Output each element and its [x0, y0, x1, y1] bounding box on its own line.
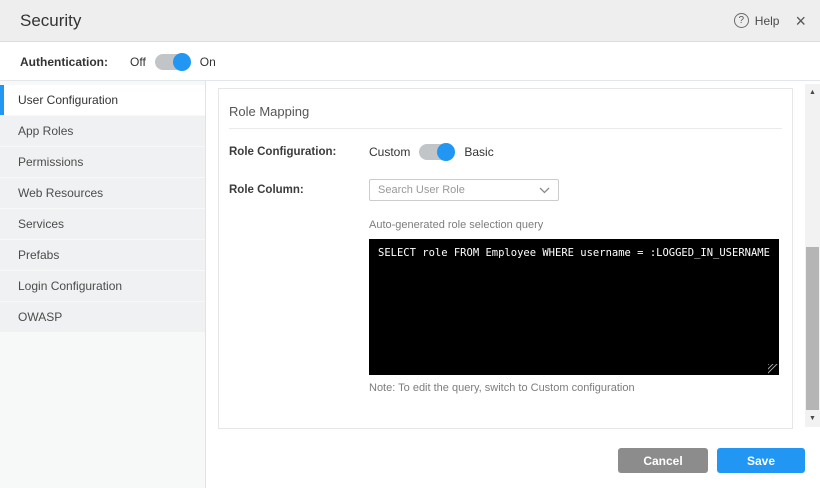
close-icon[interactable]: × [795, 12, 806, 30]
query-text: SELECT role FROM Employee WHERE username… [369, 239, 779, 267]
cancel-button[interactable]: Cancel [618, 448, 708, 473]
role-column-label: Role Column: [229, 184, 369, 196]
help-icon: ? [734, 13, 749, 28]
sidebar-item-services[interactable]: Services [0, 209, 205, 239]
security-window: Security ? Help × Authentication: Off On… [0, 0, 820, 488]
basic-option-label[interactable]: Basic [464, 145, 493, 159]
role-configuration-row: Role Configuration: Custom Basic [229, 144, 782, 160]
sidebar-item-app-roles[interactable]: App Roles [0, 116, 205, 146]
header-actions: ? Help × [734, 12, 806, 30]
save-button[interactable]: Save [717, 448, 805, 473]
role-column-placeholder: Search User Role [378, 184, 465, 196]
role-configuration-label: Role Configuration: [229, 146, 369, 158]
authentication-bar: Authentication: Off On [0, 43, 820, 81]
help-label: Help [755, 14, 780, 28]
scroll-down-icon[interactable]: ▼ [805, 415, 820, 422]
sidebar: User Configuration App Roles Permissions… [0, 81, 206, 488]
scroll-up-icon[interactable]: ▲ [805, 89, 820, 96]
role-mapping-panel: Role Mapping Role Configuration: Custom … [218, 88, 793, 429]
sidebar-item-prefabs[interactable]: Prefabs [0, 240, 205, 270]
panel-divider [229, 128, 782, 129]
role-column-row: Role Column: Search User Role [229, 179, 782, 201]
help-button[interactable]: ? Help [734, 13, 780, 28]
sidebar-item-login-configuration[interactable]: Login Configuration [0, 271, 205, 301]
scrollbar-thumb[interactable] [806, 247, 819, 410]
panel-title: Role Mapping [229, 104, 782, 119]
role-configuration-toggle[interactable] [419, 144, 453, 160]
sidebar-item-owasp[interactable]: OWASP [0, 302, 205, 332]
authentication-toggle-knob [173, 53, 191, 71]
authentication-label: Authentication: [20, 55, 108, 69]
authentication-off-label: Off [130, 55, 146, 69]
sidebar-item-permissions[interactable]: Permissions [0, 147, 205, 177]
resize-handle-icon[interactable] [768, 364, 778, 374]
authentication-toggle[interactable] [155, 54, 189, 70]
query-caption: Auto-generated role selection query [369, 219, 782, 231]
sidebar-item-web-resources[interactable]: Web Resources [0, 178, 205, 208]
page-title: Security [20, 11, 81, 31]
role-column-select[interactable]: Search User Role [369, 179, 559, 201]
header: Security ? Help × [0, 0, 820, 42]
query-textarea[interactable]: SELECT role FROM Employee WHERE username… [369, 239, 779, 375]
authentication-on-label: On [200, 55, 216, 69]
sidebar-item-user-configuration[interactable]: User Configuration [0, 85, 205, 115]
custom-option-label[interactable]: Custom [369, 145, 410, 159]
role-configuration-toggle-knob [437, 143, 455, 161]
query-note: Note: To edit the query, switch to Custo… [369, 382, 782, 394]
scrollbar[interactable]: ▲ ▼ [805, 84, 820, 427]
chevron-down-icon [539, 187, 550, 194]
